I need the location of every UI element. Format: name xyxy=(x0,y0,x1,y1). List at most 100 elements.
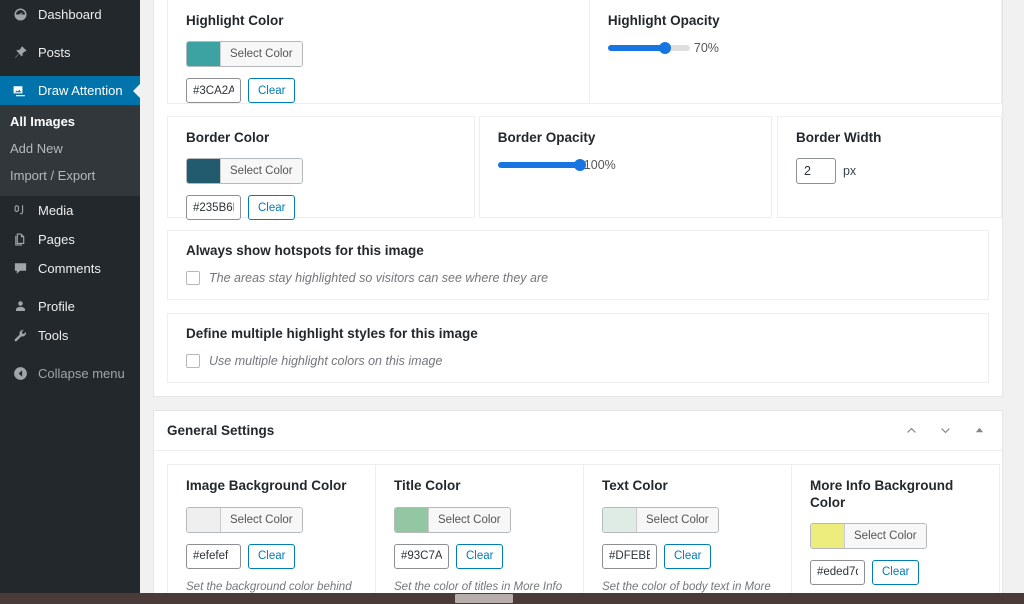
more-info-background-color-card: More Info Background Color Select Color … xyxy=(791,464,1000,604)
admin-sidebar: Dashboard Posts Draw Attention All Image… xyxy=(0,0,140,604)
more-info-background-color-label: More Info Background Color xyxy=(810,478,954,510)
image-background-hex-row: Clear xyxy=(186,543,357,569)
horizontal-scrollbar-thumb[interactable] xyxy=(455,594,513,603)
highlight-color-label: Highlight Color xyxy=(186,13,284,28)
image-background-color-hex-input[interactable] xyxy=(186,543,241,569)
slider-thumb[interactable] xyxy=(573,159,586,172)
horizontal-scrollbar[interactable] xyxy=(0,593,1024,604)
sidebar-item-label: Dashboard xyxy=(38,7,102,22)
sidebar-item-comments[interactable]: Comments xyxy=(0,254,140,283)
select-color-label: Select Color xyxy=(428,507,510,532)
highlight-color-clear-button[interactable]: Clear xyxy=(248,78,296,104)
sidebar-item-all-images[interactable]: All Images xyxy=(0,109,140,136)
sidebar-item-label: Collapse menu xyxy=(38,365,125,381)
sidebar-item-pages[interactable]: Pages xyxy=(0,225,140,254)
text-color-swatch xyxy=(603,507,636,532)
border-color-card: Border Color Select Color Clear xyxy=(167,116,475,221)
sidebar-item-dashboard[interactable]: Dashboard xyxy=(0,0,140,29)
highlight-opacity-slider-row: 70% xyxy=(607,41,983,55)
always-show-hotspots-description: The areas stay highlighted so visitors c… xyxy=(209,271,549,286)
highlight-color-picker-button[interactable]: Select Color xyxy=(186,41,303,68)
media-icon xyxy=(10,200,30,220)
select-color-label: Select Color xyxy=(220,159,302,184)
highlight-opacity-label: Highlight Opacity xyxy=(607,13,720,28)
border-color-hex-input[interactable] xyxy=(186,195,241,221)
border-color-swatch xyxy=(187,159,220,184)
highlight-color-swatch xyxy=(187,42,220,67)
text-color-card: Text Color Select Color Clear Set the co… xyxy=(583,464,792,604)
title-color-hex-input[interactable] xyxy=(394,543,449,569)
border-color-clear-button[interactable]: Clear xyxy=(248,195,296,221)
wrench-icon xyxy=(10,325,30,345)
sidebar-item-import-export[interactable]: Import / Export xyxy=(0,163,140,190)
general-settings-actions xyxy=(903,422,988,439)
highlight-color-hex-input[interactable] xyxy=(186,78,241,104)
more-info-background-color-swatch xyxy=(811,523,844,548)
chevron-up-icon[interactable] xyxy=(903,422,920,439)
title-color-hex-row: Clear xyxy=(394,543,565,569)
multiple-highlight-styles-description: Use multiple highlight colors on this im… xyxy=(209,354,443,369)
images-icon xyxy=(10,81,30,101)
highlight-opacity-slider[interactable] xyxy=(607,42,690,55)
highlight-hex-row: Clear xyxy=(186,78,571,104)
sidebar-item-collapse-menu[interactable]: Collapse menu xyxy=(0,359,140,388)
more-info-background-color-hex-input[interactable] xyxy=(810,559,865,585)
border-width-input[interactable] xyxy=(795,158,836,185)
sidebar-item-tools[interactable]: Tools xyxy=(0,321,140,350)
border-opacity-value: 100% xyxy=(583,158,616,173)
settings-content: Highlight Color Select Color Clear Highl… xyxy=(140,0,1024,604)
border-opacity-slider[interactable] xyxy=(497,159,586,172)
select-color-label: Select Color xyxy=(220,42,302,67)
more-info-background-color-picker-button[interactable]: Select Color xyxy=(810,522,927,549)
sidebar-item-label: Tools xyxy=(38,327,69,343)
chevron-down-icon[interactable] xyxy=(937,422,954,439)
draw-attention-submenu: All Images Add New Import / Export xyxy=(0,105,140,196)
more-info-background-color-clear-button[interactable]: Clear xyxy=(872,559,920,585)
sidebar-item-add-new[interactable]: Add New xyxy=(0,136,140,163)
text-color-clear-button[interactable]: Clear xyxy=(664,543,712,569)
highlight-color-card: Highlight Color Select Color Clear xyxy=(167,0,590,104)
pin-icon xyxy=(10,43,30,63)
main-content-area: Highlight Color Select Color Clear Highl… xyxy=(140,0,1024,604)
sidebar-item-label: Posts xyxy=(38,45,71,60)
sidebar-item-profile[interactable]: Profile xyxy=(0,292,140,321)
multiple-highlight-styles-row: Use multiple highlight colors on this im… xyxy=(186,354,970,369)
slider-fill xyxy=(607,45,666,52)
sidebar-item-label: Comments xyxy=(38,260,101,276)
sidebar-item-draw-attention[interactable]: Draw Attention xyxy=(0,76,140,105)
border-width-unit: px xyxy=(842,164,857,179)
highlight-opacity-card: Highlight Opacity 70% xyxy=(588,0,1002,104)
image-background-color-clear-button[interactable]: Clear xyxy=(248,543,296,569)
sidebar-item-label: Media xyxy=(38,202,74,218)
triangle-up-icon[interactable] xyxy=(971,422,988,439)
text-color-picker-button[interactable]: Select Color xyxy=(602,506,719,533)
text-color-hex-input[interactable] xyxy=(602,543,657,569)
slider-fill xyxy=(497,162,580,169)
title-color-picker-button[interactable]: Select Color xyxy=(394,506,511,533)
always-show-hotspots-block: Always show hotspots for this image The … xyxy=(167,230,989,301)
multiple-highlight-styles-label: Define multiple highlight styles for thi… xyxy=(186,326,478,342)
title-color-card: Title Color Select Color Clear Set the c… xyxy=(375,464,584,604)
border-opacity-card: Border Opacity 100% xyxy=(478,116,772,218)
multiple-highlight-styles-block: Define multiple highlight styles for thi… xyxy=(167,313,989,384)
general-settings-panel: General Settings Image Background Color … xyxy=(153,410,1003,604)
title-color-clear-button[interactable]: Clear xyxy=(456,543,504,569)
pages-icon xyxy=(10,229,30,249)
comments-icon xyxy=(10,258,30,278)
sidebar-item-posts[interactable]: Posts xyxy=(0,38,140,67)
general-settings-fields: Image Background Color Select Color Clea… xyxy=(154,451,1002,604)
dashboard-icon xyxy=(10,5,30,25)
sidebar-item-media[interactable]: Media xyxy=(0,196,140,225)
image-background-color-picker-button[interactable]: Select Color xyxy=(186,506,303,533)
slider-thumb[interactable] xyxy=(659,42,672,55)
border-color-picker-button[interactable]: Select Color xyxy=(186,158,303,185)
highlight-settings-panel: Highlight Color Select Color Clear Highl… xyxy=(153,0,1003,398)
user-icon xyxy=(10,296,30,316)
collapse-icon xyxy=(10,363,30,383)
multiple-highlight-styles-checkbox[interactable] xyxy=(186,354,200,369)
always-show-hotspots-checkbox[interactable] xyxy=(186,271,200,286)
image-background-color-label: Image Background Color xyxy=(186,478,347,494)
image-background-color-card: Image Background Color Select Color Clea… xyxy=(167,464,376,604)
highlight-row-1: Highlight Color Select Color Clear Highl… xyxy=(154,0,1002,104)
title-color-swatch xyxy=(395,507,428,532)
